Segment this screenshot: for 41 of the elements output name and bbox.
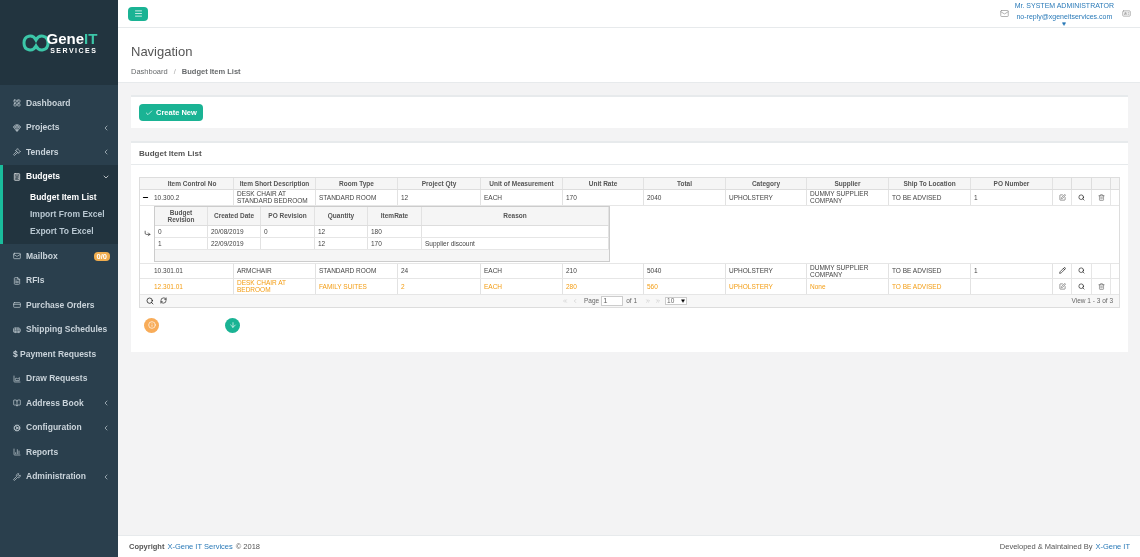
refresh-icon[interactable] (160, 297, 167, 304)
logo-accent: IT (84, 30, 98, 47)
logo-name: Gene (46, 30, 85, 47)
mail-icon[interactable] (999, 9, 1009, 18)
menu-button[interactable] (128, 6, 148, 21)
sidebar-item[interactable]: Budgets (3, 164, 118, 189)
sidebar-item[interactable]: Address Book (3, 391, 118, 416)
sidebar-item[interactable]: Tenders (3, 140, 118, 165)
page-title: Navigation (131, 43, 194, 61)
sidebar-item[interactable]: RFIs (3, 268, 118, 293)
check-icon (145, 108, 153, 117)
dropdown-caret-icon (681, 298, 686, 303)
panel-title: Budget Item List (131, 143, 1128, 165)
sidebar-item[interactable]: Reports (3, 440, 118, 465)
search-icon[interactable] (1078, 282, 1085, 290)
pencil-icon[interactable] (1058, 267, 1066, 275)
sidebar-item[interactable]: Administration (3, 464, 118, 489)
sidebar-item[interactable]: Purchase Orders (3, 293, 118, 318)
trash-icon[interactable] (1097, 282, 1105, 290)
sidebar-item[interactable]: Dashboard (3, 91, 118, 116)
search-icon[interactable] (146, 296, 154, 305)
trash-icon[interactable] (1097, 193, 1105, 201)
sidebar-item[interactable]: Draw Requests (3, 366, 118, 391)
card-icon[interactable] (1122, 9, 1131, 18)
info-icon (147, 321, 156, 329)
edit-icon[interactable] (1058, 282, 1066, 290)
arrow-down-icon (228, 321, 237, 329)
edit-icon[interactable] (1058, 193, 1066, 201)
search-icon[interactable] (1078, 193, 1085, 201)
sidebar-item[interactable]: Configuration (3, 415, 118, 440)
submenu-item[interactable]: Import From Excel (3, 206, 118, 223)
caret-icon[interactable] (1062, 22, 1067, 26)
search-icon[interactable] (1078, 267, 1085, 275)
info-button[interactable] (144, 317, 159, 333)
download-button[interactable] (225, 317, 240, 333)
subgrid-arrow-icon (143, 230, 151, 237)
submenu-item[interactable]: Budget Item List (3, 189, 118, 206)
sidebar-item[interactable]: Shipping Schedules (3, 317, 118, 342)
sidebar-item[interactable]: $ Payment Requests (3, 342, 118, 367)
sidebar-item[interactable]: Projects (3, 115, 118, 140)
submenu-item[interactable]: Export To Excel (3, 223, 118, 240)
